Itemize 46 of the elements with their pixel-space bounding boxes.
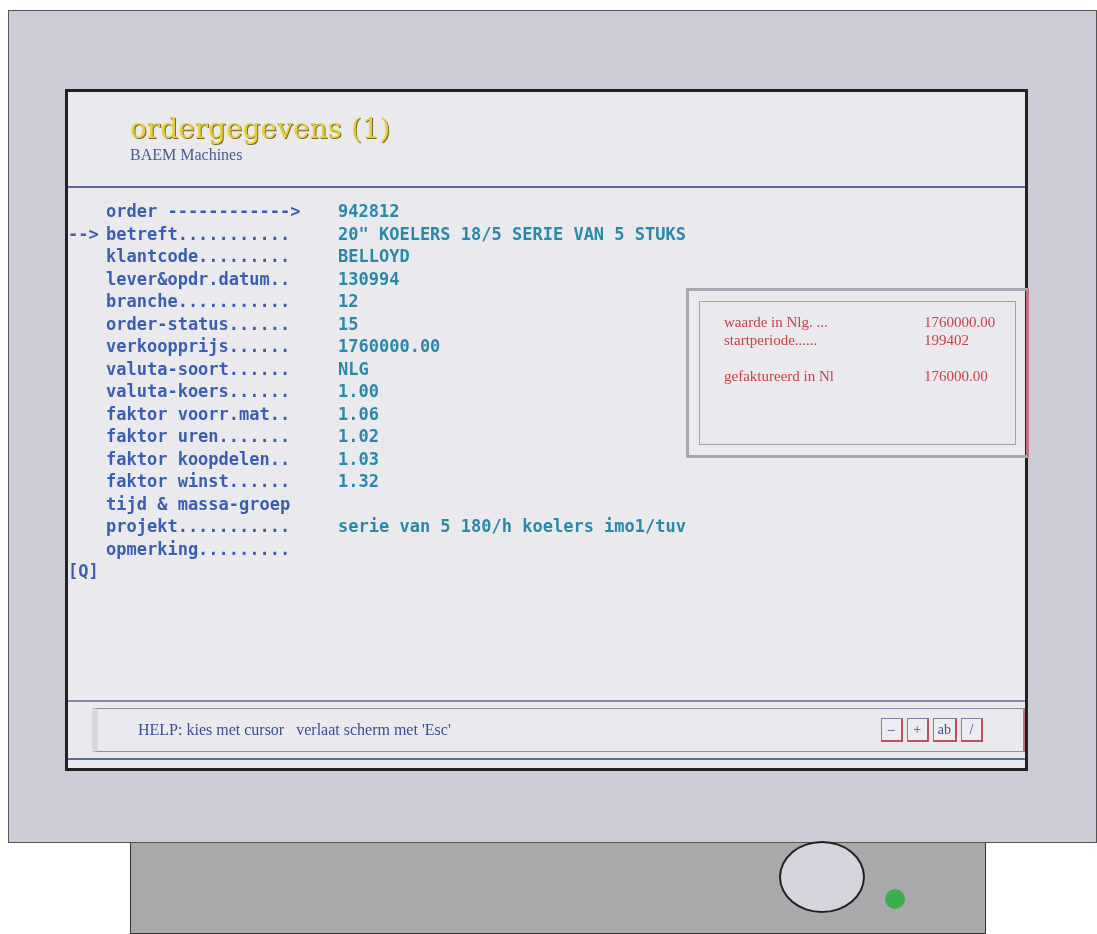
field-label: order ------------>: [106, 200, 302, 223]
toolbar-button[interactable]: +: [906, 718, 929, 742]
cursor-pointer: -->: [68, 223, 99, 244]
field-value[interactable]: 1.03: [338, 447, 379, 470]
field-label: valuta-koers......: [106, 380, 292, 403]
help-text: HELP: kies met cursor verlaat scherm met 'Esc': [138, 721, 451, 739]
field-label: faktor winst......: [106, 470, 292, 493]
field-label: betreft...........: [106, 222, 292, 245]
field-value[interactable]: serie van 5 180/h koelers imo1/tuv: [338, 515, 686, 538]
field-value[interactable]: BELLOYD: [338, 245, 410, 268]
summary-label: gefaktureerd in Nl: [724, 368, 835, 386]
toolbar-button[interactable]: –: [880, 718, 903, 742]
field-value[interactable]: 15: [338, 312, 359, 335]
summary-value: 199402: [924, 332, 970, 350]
field-label: faktor koopdelen..: [106, 447, 292, 470]
field-value[interactable]: 1.06: [338, 402, 379, 425]
field-value[interactable]: 1.00: [338, 380, 379, 403]
company-name: BAEM Machines: [130, 146, 243, 164]
field-label: lever&opdr.datum..: [106, 267, 292, 290]
field-label: valuta-soort......: [106, 357, 292, 380]
field-label: tijd & massa-groep: [106, 492, 292, 515]
field-label: order-status......: [106, 312, 292, 335]
screen-title: ordergegevens (1): [130, 112, 391, 146]
field-value[interactable]: 1.32: [338, 470, 379, 493]
summary-value: 1760000.00: [924, 314, 997, 332]
field-value[interactable]: 1.02: [338, 425, 379, 448]
field-label: opmerking.........: [106, 537, 292, 560]
field-value[interactable]: NLG: [338, 357, 369, 380]
toolbar-button[interactable]: ab: [932, 718, 957, 742]
summary-label: waarde in Nlg. ...: [724, 314, 829, 332]
field-label: klantcode.........: [106, 245, 292, 268]
field-label: verkoopprijs......: [106, 335, 292, 358]
power-led: [885, 889, 905, 909]
summary-label: startperiode......: [724, 332, 819, 350]
field-value[interactable]: 20" KOELERS 18/5 SERIE VAN 5 STUKS: [338, 222, 686, 245]
field-label: branche...........: [106, 290, 292, 313]
command-prompt: [Q]: [68, 560, 99, 583]
field-value[interactable]: 12: [338, 290, 359, 313]
field-label: faktor voorr.mat..: [106, 402, 292, 425]
field-label: faktor uren.......: [106, 425, 292, 448]
toolbar-button[interactable]: /: [961, 718, 983, 742]
field-value[interactable]: 130994: [338, 267, 400, 290]
field-value[interactable]: 942812: [338, 200, 400, 223]
field-label: projekt...........: [106, 515, 292, 538]
summary-value: 176000.00: [924, 368, 989, 386]
field-value[interactable]: 1760000.00: [338, 335, 441, 358]
